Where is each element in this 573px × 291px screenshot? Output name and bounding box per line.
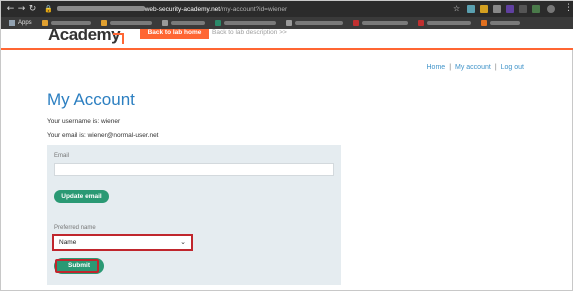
email-field[interactable]	[54, 163, 334, 176]
redacted-subdomain	[56, 6, 145, 12]
preferred-name-label: Preferred name	[54, 225, 96, 231]
bookmarks-bar: Apps	[1, 17, 573, 29]
reload-icon[interactable]: ↻	[27, 4, 38, 14]
lock-icon: 🔒	[44, 5, 53, 13]
screenshot-frame: ← → ↻ 🔒 web-security-academy.net/my-acco…	[0, 0, 573, 291]
extension-icon[interactable]	[493, 5, 501, 13]
account-nav: Home | My account | Log out	[427, 64, 525, 71]
bookmark-item[interactable]	[100, 20, 152, 26]
back-arrow-icon[interactable]: ←	[5, 4, 16, 14]
bookmark-item[interactable]	[161, 20, 205, 26]
chevron-down-icon: ⌄	[180, 238, 186, 246]
lab-header: Academy Back to lab home Back to lab des…	[1, 29, 573, 49]
preferred-name-value: Name	[59, 239, 77, 246]
bookmark-item[interactable]	[352, 20, 408, 26]
username-text: Your username is: wiener	[47, 118, 121, 125]
extension-icon[interactable]	[467, 5, 475, 13]
bookmark-item[interactable]	[480, 20, 520, 26]
header-divider	[1, 48, 573, 50]
account-form-panel: Email Update email Preferred name Name ⌄…	[47, 145, 341, 285]
url-host: web-security-academy.net	[144, 5, 221, 13]
extension-icon[interactable]	[519, 5, 527, 13]
nav-separator: |	[494, 64, 497, 71]
apps-grid-icon	[9, 20, 15, 26]
submit-highlight	[55, 259, 99, 273]
apps-bookmark[interactable]: Apps	[9, 20, 32, 26]
nav-separator: |	[449, 64, 452, 71]
extension-icon[interactable]	[480, 5, 488, 13]
star-icon[interactable]: ☆	[453, 4, 460, 13]
update-email-button[interactable]: Update email	[54, 190, 109, 203]
apps-label: Apps	[18, 20, 32, 26]
kebab-menu-icon[interactable]: ⋮	[564, 3, 573, 13]
academy-logo-mark	[113, 33, 124, 44]
my-account-link[interactable]: My account	[455, 64, 491, 71]
back-to-lab-home-button[interactable]: Back to lab home	[140, 29, 209, 39]
log-out-link[interactable]: Log out	[501, 64, 524, 71]
address-bar[interactable]: web-security-academy.net/my-account?id=w…	[56, 5, 288, 13]
extension-icon[interactable]	[532, 5, 540, 13]
bookmark-item[interactable]	[285, 20, 343, 26]
bookmark-item[interactable]	[214, 20, 276, 26]
bookmark-item[interactable]	[417, 20, 471, 26]
url-path: /my-account?id=wiener	[220, 5, 288, 13]
avatar[interactable]	[547, 5, 555, 13]
extension-icon[interactable]	[506, 5, 514, 13]
bookmark-item[interactable]	[41, 20, 91, 26]
forward-arrow-icon[interactable]: →	[16, 4, 27, 14]
browser-toolbar: ← → ↻ 🔒 web-security-academy.net/my-acco…	[1, 1, 573, 17]
back-to-lab-description-link[interactable]: Back to lab description >>	[212, 29, 287, 37]
email-text: Your email is: wiener@normal-user.net	[47, 132, 159, 139]
email-label: Email	[54, 153, 70, 159]
page-title: My Account	[47, 90, 135, 109]
home-link[interactable]: Home	[427, 64, 446, 71]
academy-logo[interactable]: Academy	[48, 29, 121, 45]
preferred-name-select[interactable]: Name ⌄	[52, 234, 193, 251]
